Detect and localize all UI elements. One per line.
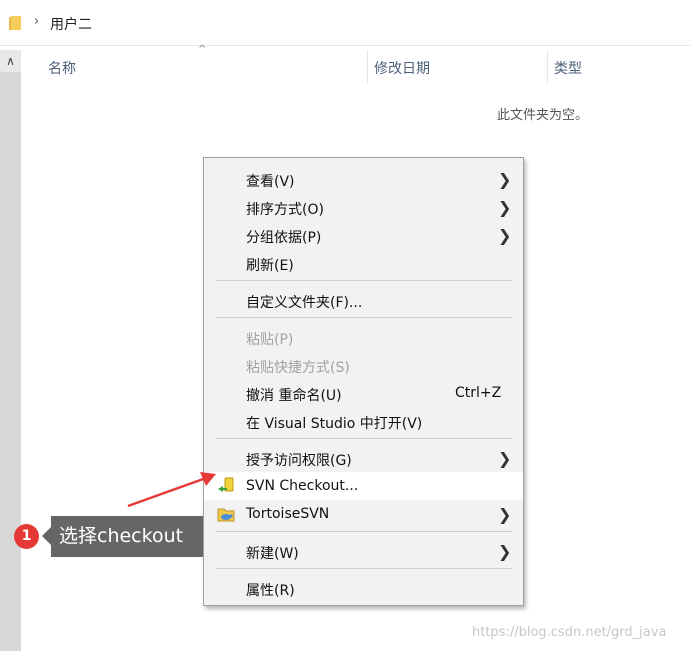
folder-icon	[9, 16, 21, 30]
menu-separator	[216, 280, 512, 281]
menu-item-label: 分组依据(P)	[246, 230, 322, 246]
explorer-window: › 用户二 ∧ ^ 名称 修改日期 类型 此文件夹为空。 查看(V) ❯ 排序方…	[0, 0, 690, 651]
menu-item-label: 排序方式(O)	[246, 202, 324, 218]
menu-item-label: 授予访问权限(G)	[246, 453, 352, 469]
submenu-arrow-icon: ❯	[498, 542, 512, 561]
menu-item-label: SVN Checkout...	[246, 478, 359, 494]
menu-separator	[216, 531, 512, 532]
menu-item-svn-checkout[interactable]: SVN Checkout...	[204, 472, 523, 500]
submenu-arrow-icon: ❯	[498, 449, 512, 468]
menu-item-label: 粘贴快捷方式(S)	[246, 360, 350, 376]
menu-separator	[216, 568, 512, 569]
submenu-arrow-icon: ❯	[498, 226, 512, 245]
context-menu: 查看(V) ❯ 排序方式(O) ❯ 分组依据(P) ❯ 刷新(E) 自定义文件夹…	[203, 157, 524, 606]
menu-item-label: 属性(R)	[246, 583, 295, 599]
menu-item-label: 刷新(E)	[246, 258, 294, 274]
menu-item-paste-shortcut[interactable]: 粘贴快捷方式(S)	[204, 351, 523, 379]
menu-item-shortcut: Ctrl+Z	[455, 385, 502, 401]
menu-item-tortoisesvn[interactable]: TortoiseSVN ❯	[204, 500, 523, 528]
breadcrumb[interactable]: 用户二	[50, 14, 92, 34]
column-divider[interactable]	[367, 50, 368, 84]
menu-item-give-access[interactable]: 授予访问权限(G) ❯	[204, 444, 523, 472]
menu-item-label: TortoiseSVN	[246, 506, 330, 522]
annotation-callout: 选择checkout	[51, 516, 203, 557]
column-header-name[interactable]: 名称	[48, 58, 76, 78]
submenu-arrow-icon: ❯	[498, 170, 512, 189]
watermark: https://blog.csdn.net/grd_java	[472, 625, 667, 640]
menu-item-undo-rename[interactable]: 撤消 重命名(U) Ctrl+Z	[204, 379, 523, 407]
navigation-pane-scrollbar[interactable]	[0, 50, 21, 651]
sort-ascending-icon: ^	[198, 44, 207, 55]
menu-item-refresh[interactable]: 刷新(E)	[204, 249, 523, 277]
menu-item-group-by[interactable]: 分组依据(P) ❯	[204, 221, 523, 249]
menu-separator	[216, 438, 512, 439]
chevron-right-icon[interactable]: ›	[34, 14, 39, 29]
column-header-type[interactable]: 类型	[554, 58, 582, 78]
menu-item-label: 粘贴(P)	[246, 332, 294, 348]
menu-separator	[216, 317, 512, 318]
menu-item-label: 自定义文件夹(F)...	[246, 295, 363, 311]
callout-pointer	[42, 527, 51, 545]
menu-item-label: 查看(V)	[246, 174, 295, 190]
scroll-up-icon[interactable]: ∧	[0, 50, 21, 72]
menu-item-properties[interactable]: 属性(R)	[204, 574, 523, 602]
annotation-arrow-icon	[127, 472, 216, 508]
menu-item-new[interactable]: 新建(W) ❯	[204, 537, 523, 565]
menu-item-label: 在 Visual Studio 中打开(V)	[246, 416, 423, 432]
menu-item-open-in-visual-studio[interactable]: 在 Visual Studio 中打开(V)	[204, 407, 523, 435]
menu-item-sort-by[interactable]: 排序方式(O) ❯	[204, 193, 523, 221]
menu-item-view[interactable]: 查看(V) ❯	[204, 165, 523, 193]
step-badge: 1	[14, 524, 39, 549]
menu-item-customize-folder[interactable]: 自定义文件夹(F)...	[204, 286, 523, 314]
submenu-arrow-icon: ❯	[498, 505, 512, 524]
submenu-arrow-icon: ❯	[498, 198, 512, 217]
column-header-modified[interactable]: 修改日期	[374, 58, 430, 78]
empty-folder-message: 此文件夹为空。	[497, 108, 589, 123]
menu-item-label: 新建(W)	[246, 546, 299, 562]
menu-item-paste[interactable]: 粘贴(P)	[204, 323, 523, 351]
menu-item-label: 撤消 重命名(U)	[246, 388, 342, 404]
column-divider[interactable]	[547, 50, 548, 84]
address-bar[interactable]: › 用户二	[0, 0, 690, 46]
